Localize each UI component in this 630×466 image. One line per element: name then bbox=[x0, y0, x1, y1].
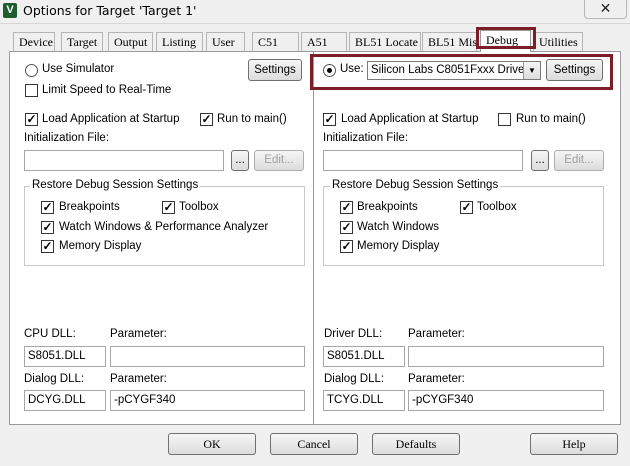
defaults-button[interactable]: Defaults bbox=[372, 433, 460, 455]
cpu-param-input[interactable] bbox=[110, 346, 305, 367]
run-main-label: Run to main() bbox=[217, 113, 287, 125]
breakpoints-checkbox[interactable]: ✓ bbox=[41, 201, 54, 214]
simulator-settings-button[interactable]: Settings bbox=[248, 59, 302, 81]
tab-a51[interactable]: A51 bbox=[301, 32, 347, 51]
right-run-main-label: Run to main() bbox=[516, 113, 586, 125]
toolbox-checkbox[interactable]: ✓ bbox=[162, 201, 175, 214]
right-browse-button[interactable]: ... bbox=[531, 150, 549, 171]
right-run-main-checkbox[interactable] bbox=[498, 113, 511, 126]
use-driver-radio[interactable] bbox=[323, 64, 336, 77]
driver-param-input[interactable] bbox=[408, 346, 604, 367]
right-load-app-checkbox[interactable]: ✓ bbox=[323, 113, 336, 126]
breakpoints-label: Breakpoints bbox=[59, 201, 120, 213]
driver-select[interactable]: Silicon Labs C8051Fxxx Driver bbox=[367, 61, 541, 80]
right-memory-display-checkbox[interactable]: ✓ bbox=[340, 240, 353, 253]
load-app-label: Load Application at Startup bbox=[42, 113, 180, 125]
watch-windows-checkbox[interactable]: ✓ bbox=[41, 221, 54, 234]
right-memory-display-label: Memory Display bbox=[357, 240, 440, 252]
init-file-input[interactable] bbox=[24, 150, 224, 171]
dialog-dll-label: Dialog DLL: bbox=[24, 373, 85, 385]
tab-bl51-locate[interactable]: BL51 Locate bbox=[349, 32, 421, 51]
init-file-label: Initialization File: bbox=[24, 132, 110, 144]
cpu-param-label: Parameter: bbox=[110, 328, 167, 340]
right-dialog-param-input[interactable]: -pCYGF340 bbox=[408, 390, 604, 411]
tab-device[interactable]: Device bbox=[13, 32, 55, 51]
right-toolbox-checkbox[interactable]: ✓ bbox=[460, 201, 473, 214]
tab-debug[interactable]: Debug bbox=[480, 30, 531, 52]
cpu-dll-label: CPU DLL: bbox=[24, 328, 76, 340]
edit-button[interactable]: Edit... bbox=[254, 150, 304, 171]
tab-user[interactable]: User bbox=[206, 32, 245, 51]
restore-session-title: Restore Debug Session Settings bbox=[30, 179, 201, 191]
limit-speed-checkbox[interactable] bbox=[25, 84, 38, 97]
chevron-down-icon[interactable]: ▼ bbox=[523, 62, 540, 79]
panel-divider bbox=[313, 51, 314, 425]
watch-windows-label: Watch Windows & Performance Analyzer bbox=[59, 221, 269, 233]
driver-select-value: Silicon Labs C8051Fxxx Driver bbox=[371, 64, 529, 76]
dialog-dll-input[interactable]: DCYG.DLL bbox=[24, 390, 106, 411]
dialog-param-input[interactable]: -pCYGF340 bbox=[110, 390, 305, 411]
cpu-dll-input[interactable]: S8051.DLL bbox=[24, 346, 106, 367]
limit-speed-label: Limit Speed to Real-Time bbox=[42, 84, 172, 96]
load-app-checkbox[interactable]: ✓ bbox=[25, 113, 38, 126]
tab-bl51-misc[interactable]: BL51 Misc bbox=[422, 32, 477, 51]
dialog-param-label: Parameter: bbox=[110, 373, 167, 385]
close-button[interactable]: ✕ bbox=[584, 0, 627, 19]
window-title: Options for Target 'Target 1' bbox=[23, 3, 197, 18]
right-breakpoints-checkbox[interactable]: ✓ bbox=[340, 201, 353, 214]
right-init-file-label: Initialization File: bbox=[323, 132, 409, 144]
tab-utilities[interactable]: Utilities bbox=[533, 32, 583, 51]
driver-dll-label: Driver DLL: bbox=[324, 328, 383, 340]
app-logo-icon: V bbox=[3, 3, 17, 18]
right-load-app-label: Load Application at Startup bbox=[341, 113, 479, 125]
right-init-file-input[interactable] bbox=[323, 150, 523, 171]
cancel-button[interactable]: Cancel bbox=[270, 433, 358, 455]
ok-button[interactable]: OK bbox=[168, 433, 256, 455]
use-simulator-label: Use Simulator bbox=[42, 63, 115, 75]
right-breakpoints-label: Breakpoints bbox=[357, 201, 418, 213]
use-simulator-radio[interactable] bbox=[25, 64, 38, 77]
memory-display-label: Memory Display bbox=[59, 240, 142, 252]
driver-settings-button[interactable]: Settings bbox=[546, 59, 603, 81]
driver-dll-input[interactable]: S8051.DLL bbox=[323, 346, 405, 367]
right-restore-session-title: Restore Debug Session Settings bbox=[330, 179, 501, 191]
right-edit-button[interactable]: Edit... bbox=[554, 150, 604, 171]
help-button[interactable]: Help bbox=[530, 433, 618, 455]
browse-button[interactable]: ... bbox=[231, 150, 249, 171]
right-dialog-dll-label: Dialog DLL: bbox=[324, 373, 385, 385]
tab-output[interactable]: Output bbox=[108, 32, 153, 51]
driver-param-label: Parameter: bbox=[408, 328, 465, 340]
right-watch-windows-checkbox[interactable]: ✓ bbox=[340, 221, 353, 234]
run-main-checkbox[interactable]: ✓ bbox=[200, 113, 213, 126]
use-driver-label: Use: bbox=[340, 63, 364, 75]
right-watch-windows-label: Watch Windows bbox=[357, 221, 440, 233]
right-dialog-param-label: Parameter: bbox=[408, 373, 465, 385]
tab-c51[interactable]: C51 bbox=[252, 32, 299, 51]
tab-listing[interactable]: Listing bbox=[156, 32, 203, 51]
toolbox-label: Toolbox bbox=[179, 201, 219, 213]
right-toolbox-label: Toolbox bbox=[477, 201, 517, 213]
memory-display-checkbox[interactable]: ✓ bbox=[41, 240, 54, 253]
tab-target[interactable]: Target bbox=[61, 32, 103, 51]
right-dialog-dll-input[interactable]: TCYG.DLL bbox=[323, 390, 405, 411]
